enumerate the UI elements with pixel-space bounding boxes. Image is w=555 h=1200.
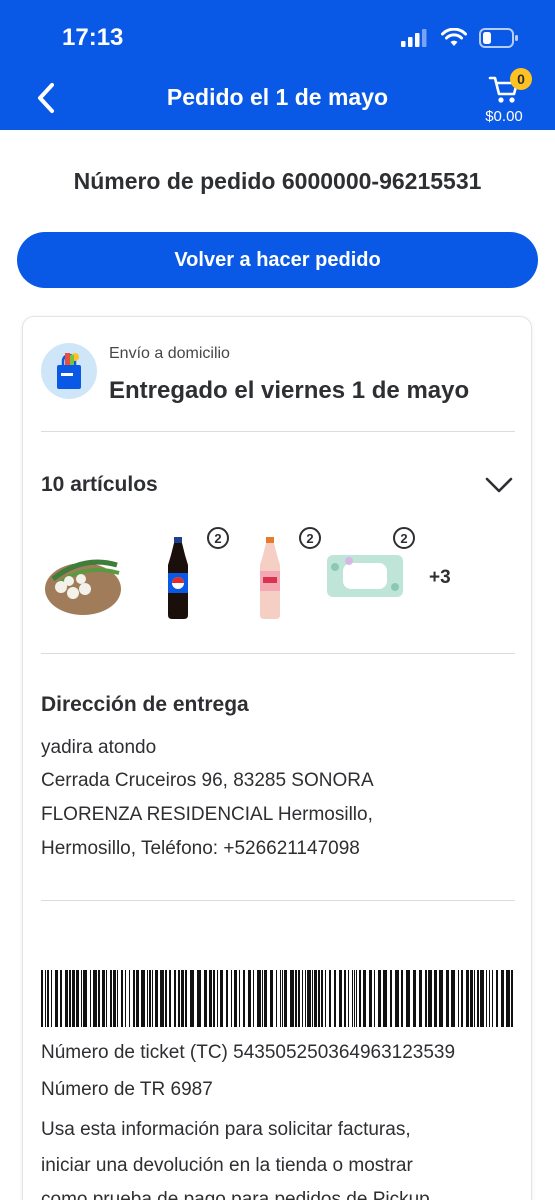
divider	[41, 653, 515, 654]
shopping-bag-icon	[41, 343, 97, 399]
address-line: yadira atondo	[41, 737, 157, 758]
item-thumbnail-pepsi[interactable]	[163, 535, 193, 619]
status-icons	[401, 26, 519, 50]
tr-number: Número de TR 6987	[41, 1079, 213, 1100]
address-title: Dirección de entrega	[41, 693, 249, 716]
app-header: 17:13 Pedido el 1 de mayo 0 $0.00	[0, 0, 555, 130]
wifi-icon	[441, 28, 467, 46]
cart-count-badge: 0	[510, 68, 532, 90]
item-qty-badge: 2	[299, 527, 321, 549]
item-thumbnail-toallitas[interactable]	[325, 535, 405, 619]
ticket-info-line: como prueba de pago para pedidos de Pick…	[41, 1189, 430, 1200]
delivery-status: Entregado el viernes 1 de mayo	[109, 377, 470, 404]
cart-total: $0.00	[485, 108, 523, 125]
shipping-type: Envío a domicilio	[109, 345, 230, 362]
ticket-number: Número de ticket (TC) 543505250364963123…	[41, 1042, 456, 1063]
barcode-icon	[41, 970, 513, 1027]
ticket-info-line: Usa esta información para solicitar fact…	[41, 1119, 411, 1140]
more-items-count[interactable]: +3	[429, 567, 451, 589]
order-card: Envío a domicilio Entregado el viernes 1…	[22, 316, 532, 1200]
reorder-button[interactable]: Volver a hacer pedido	[17, 232, 538, 288]
divider	[41, 431, 515, 432]
page-title: Pedido el 1 de mayo	[166, 84, 389, 110]
signal-icon	[401, 29, 427, 47]
order-number: Número de pedido 6000000-96215531	[73, 168, 482, 194]
address-line: Cerrada Cruceiros 96, 83285 SONORA	[41, 770, 374, 791]
chevron-down-icon	[485, 477, 513, 493]
item-qty-badge: 2	[393, 527, 415, 549]
items-count: 10 artículos	[41, 473, 158, 496]
address-line: FLORENZA RESIDENCIAL Hermosillo,	[41, 804, 373, 825]
item-qty-badge: 2	[207, 527, 229, 549]
item-thumbnail-refresco-rosa[interactable]	[255, 535, 285, 619]
expand-items-button[interactable]	[483, 471, 515, 499]
address-line: Hermosillo, Teléfono: +526621147098	[41, 838, 360, 859]
status-time: 17:13	[62, 24, 124, 51]
battery-icon	[479, 28, 518, 48]
divider	[41, 900, 515, 901]
ticket-info-line: iniciar una devolución en la tienda o mo…	[41, 1155, 413, 1176]
cart-button[interactable]: 0 $0.00	[476, 68, 532, 128]
item-thumbnail-cebollas[interactable]	[43, 535, 123, 619]
